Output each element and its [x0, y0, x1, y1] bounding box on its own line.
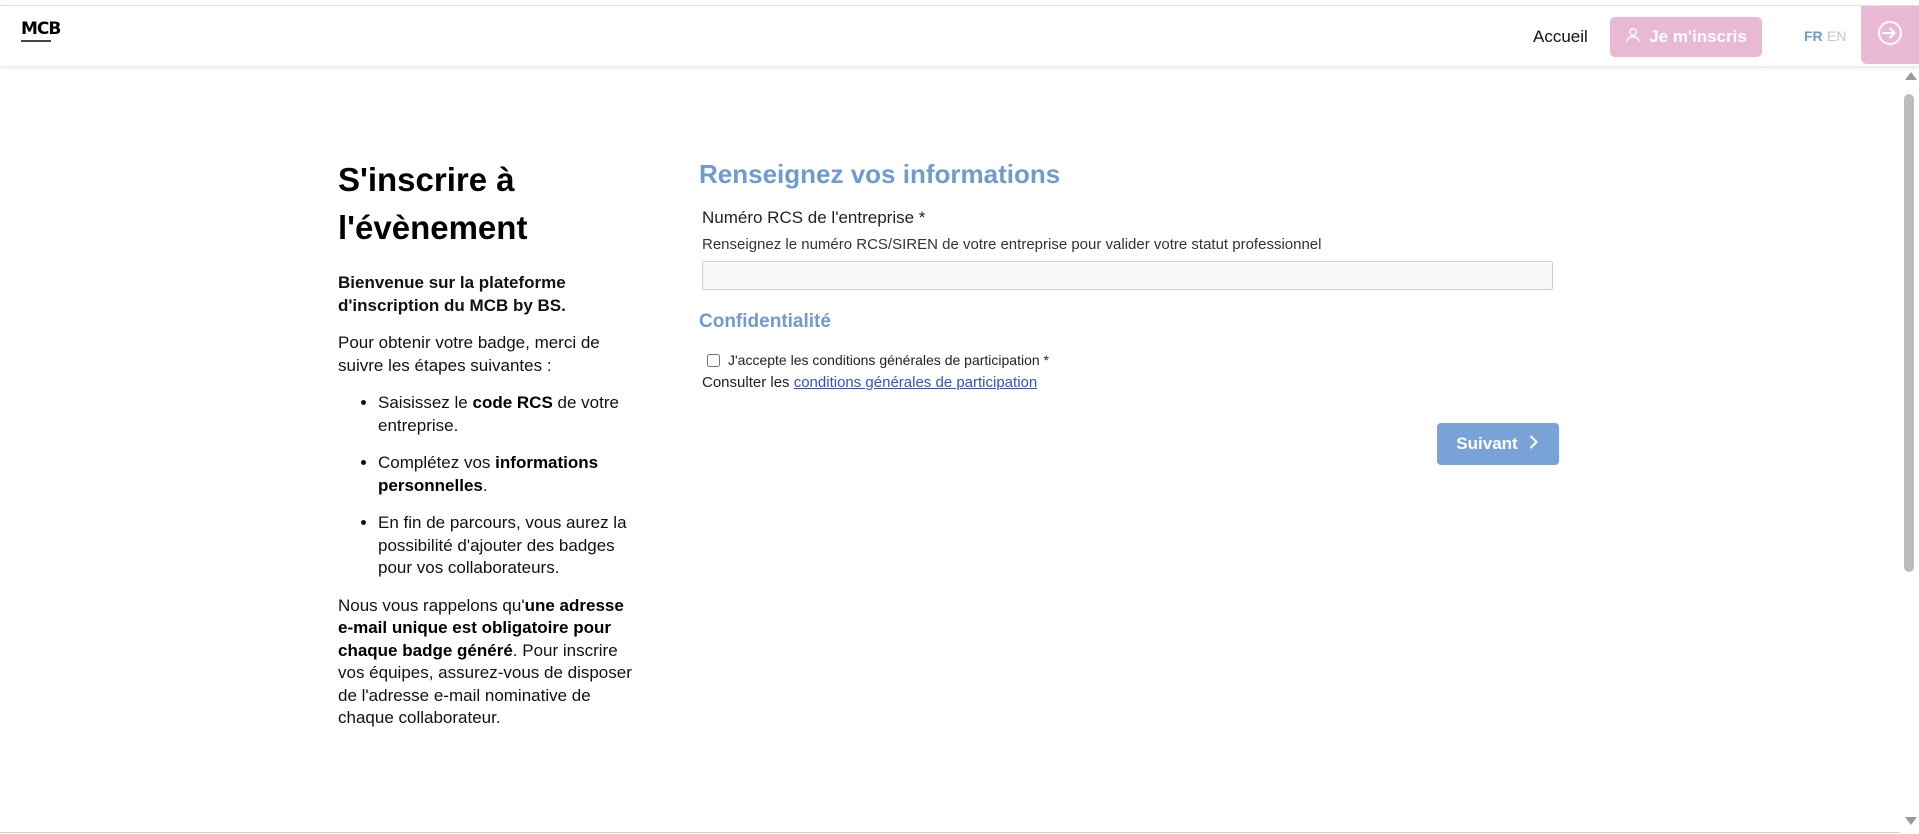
terms-link[interactable]: conditions générales de participation — [794, 374, 1038, 391]
reminder-text: Nous vous rappelons qu'une adresse e-mai… — [338, 595, 632, 728]
steps-intro: Pour obtenir votre badge, merci de suivr… — [338, 333, 600, 375]
privacy-title: Confidentialité — [699, 311, 831, 332]
list-item: Saisissez le code RCS de votre entrepris… — [378, 392, 638, 437]
list-item: Complétez vos informations personnelles. — [378, 452, 638, 497]
site-header: MCB Accueil Je m'inscris FR EN — [0, 6, 1919, 66]
chevron-right-icon — [1528, 434, 1540, 454]
accept-terms-checkbox[interactable] — [707, 353, 720, 367]
logo-underline — [21, 40, 51, 42]
rcs-input[interactable] — [702, 261, 1553, 290]
form-title: Renseignez vos informations — [699, 159, 1061, 189]
next-button[interactable]: Suivant — [1437, 423, 1559, 465]
accept-terms-label: J'accepte les conditions générales de pa… — [728, 352, 1049, 368]
logo[interactable]: MCB — [21, 21, 61, 47]
accept-terms-row[interactable]: J'accepte les conditions générales de pa… — [707, 352, 1049, 368]
next-button-label: Suivant — [1456, 434, 1518, 453]
scroll-down-arrow-icon[interactable] — [1905, 817, 1917, 825]
consult-terms: Consulter les conditions générales de pa… — [702, 374, 1038, 391]
lang-fr[interactable]: FR — [1804, 28, 1823, 44]
lang-en[interactable]: EN — [1827, 28, 1846, 44]
login-button[interactable] — [1861, 6, 1919, 64]
nav-home-link[interactable]: Accueil — [1533, 27, 1588, 47]
intro-panel: S'inscrire à l'évènement Bienvenue sur l… — [338, 156, 638, 730]
rcs-help-text: Renseignez le numéro RCS/SIREN de votre … — [702, 236, 1322, 253]
register-button[interactable]: Je m'inscris — [1610, 17, 1762, 57]
sign-in-icon — [1876, 19, 1904, 52]
bottom-border — [0, 832, 1900, 833]
registration-form: Renseignez vos informations Numéro RCS d… — [699, 157, 1559, 465]
scroll-up-arrow-icon[interactable] — [1905, 72, 1917, 80]
welcome-text: Bienvenue sur la plateforme d'inscriptio… — [338, 273, 566, 315]
scrollbar[interactable] — [1901, 72, 1919, 834]
user-icon — [1625, 27, 1641, 48]
list-item: En fin de parcours, vous aurez la possib… — [378, 512, 638, 580]
scroll-thumb[interactable] — [1904, 94, 1914, 572]
register-button-label: Je m'inscris — [1649, 27, 1747, 46]
page-title: S'inscrire à l'évènement — [338, 161, 528, 246]
rcs-label: Numéro RCS de l'entreprise * — [702, 208, 926, 227]
steps-list: Saisissez le code RCS de votre entrepris… — [338, 392, 638, 580]
